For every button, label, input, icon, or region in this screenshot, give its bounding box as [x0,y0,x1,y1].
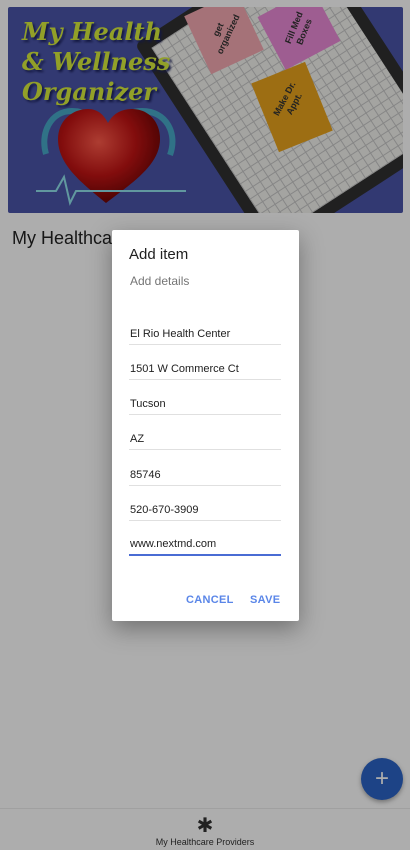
zip-field[interactable] [129,464,281,486]
city-field[interactable] [129,393,281,415]
add-item-dialog: Add item Add details CANCEL SAVE [112,230,299,621]
dialog-title: Add item [129,246,189,263]
state-field[interactable] [129,428,281,450]
phone-field[interactable] [129,499,281,521]
street-address-field[interactable] [129,358,281,380]
provider-name-field[interactable] [129,323,281,345]
save-button[interactable]: SAVE [250,594,280,606]
website-field[interactable] [129,534,281,556]
dialog-subtitle: Add details [130,274,190,288]
cancel-button[interactable]: CANCEL [186,594,234,606]
